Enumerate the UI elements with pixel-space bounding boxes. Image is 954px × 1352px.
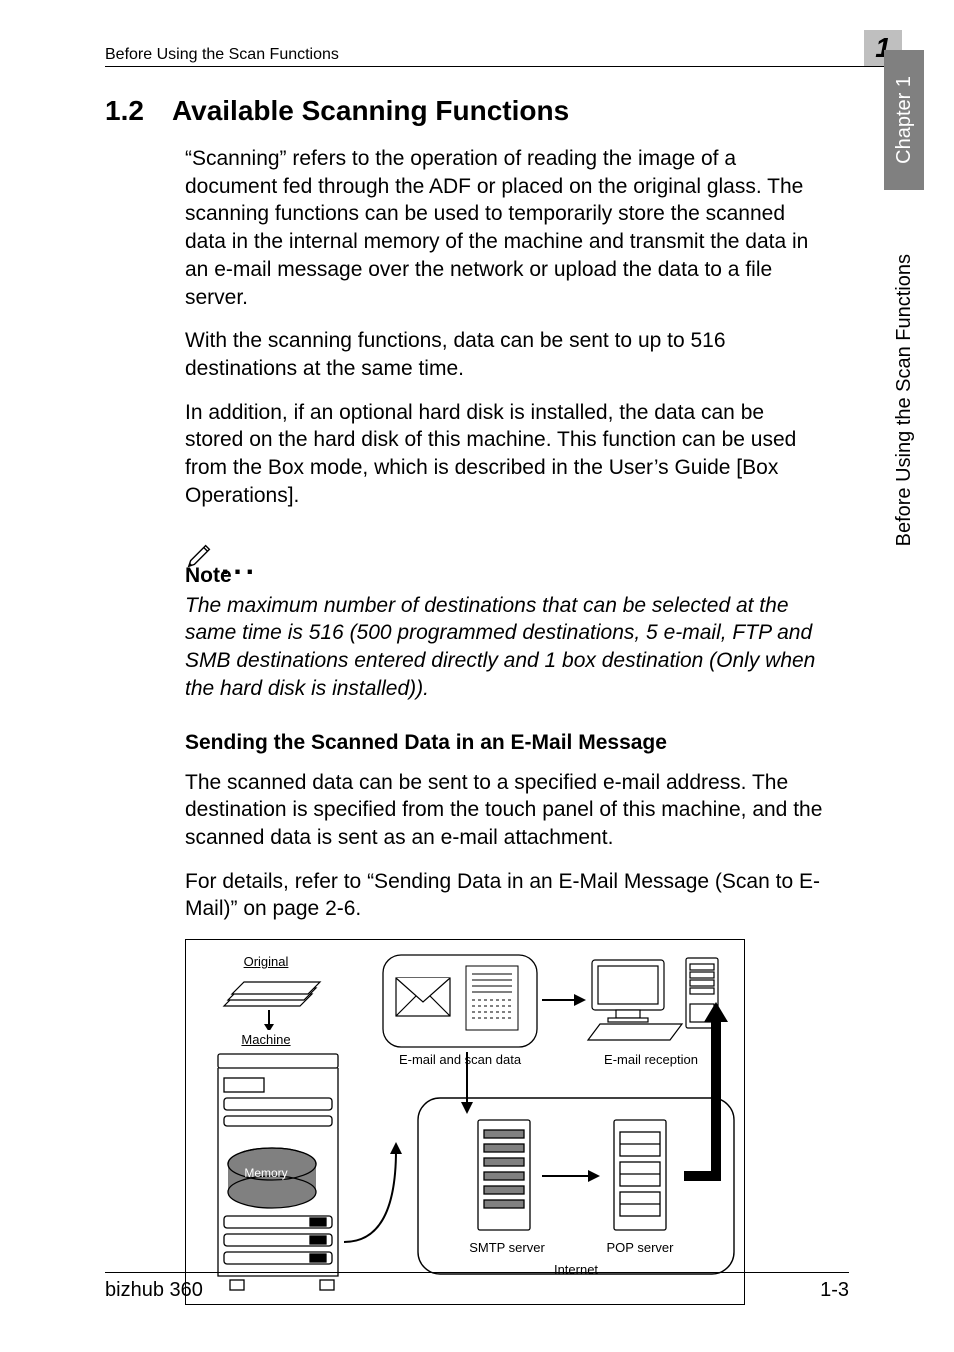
page-footer: bizhub 360 1-3 — [105, 1272, 849, 1302]
footer-right: 1-3 — [820, 1279, 849, 1302]
side-tab-chapter-label: Chapter 1 — [893, 76, 916, 164]
diagram-label-machine: Machine — [226, 1032, 306, 1047]
side-tab-chapter: Chapter 1 — [884, 50, 924, 190]
email-data-icon — [382, 954, 538, 1048]
original-stack-icon — [214, 970, 324, 1030]
section-title: Available Scanning Functions — [172, 95, 569, 127]
paragraph: In addition, if an optional hard disk is… — [185, 399, 824, 510]
paragraph: For details, refer to “Sending Data in a… — [185, 868, 824, 923]
diagram-label-original: Original — [226, 954, 306, 969]
arrow-icon — [540, 1166, 604, 1186]
pop-server-icon — [606, 1116, 674, 1236]
paragraph: “Scanning” refers to the operation of re… — [185, 145, 824, 311]
diagram-label-smtp: SMTP server — [452, 1240, 562, 1255]
smtp-server-icon — [470, 1116, 538, 1236]
diagram-label-memory: Memory — [236, 1166, 296, 1180]
arrow-icon — [336, 1130, 416, 1250]
diagram: Original Machine — [185, 939, 745, 1305]
side-tab-section-label: Before Using the Scan Functions — [893, 254, 916, 546]
content-area: 1.2 Available Scanning Functions “Scanni… — [105, 95, 894, 1305]
subsection-heading: Sending the Scanned Data in an E-Mail Me… — [185, 731, 824, 755]
section-number: 1.2 — [105, 95, 144, 127]
arrow-icon — [540, 990, 588, 1010]
running-header: Before Using the Scan Functions 1 — [105, 30, 894, 67]
diagram-label-pop: POP server — [590, 1240, 690, 1255]
running-title: Before Using the Scan Functions — [105, 46, 339, 64]
side-tab-section: Before Using the Scan Functions — [884, 210, 924, 590]
note-label: Note — [185, 564, 824, 588]
arrow-icon — [676, 996, 728, 1232]
paragraph: With the scanning functions, data can be… — [185, 327, 824, 382]
section-heading: 1.2 Available Scanning Functions — [105, 95, 824, 127]
arrow-icon — [452, 1050, 482, 1118]
footer-left: bizhub 360 — [105, 1279, 203, 1302]
note-body: The maximum number of destinations that … — [185, 592, 824, 703]
paragraph: The scanned data can be sent to a specif… — [185, 769, 824, 852]
